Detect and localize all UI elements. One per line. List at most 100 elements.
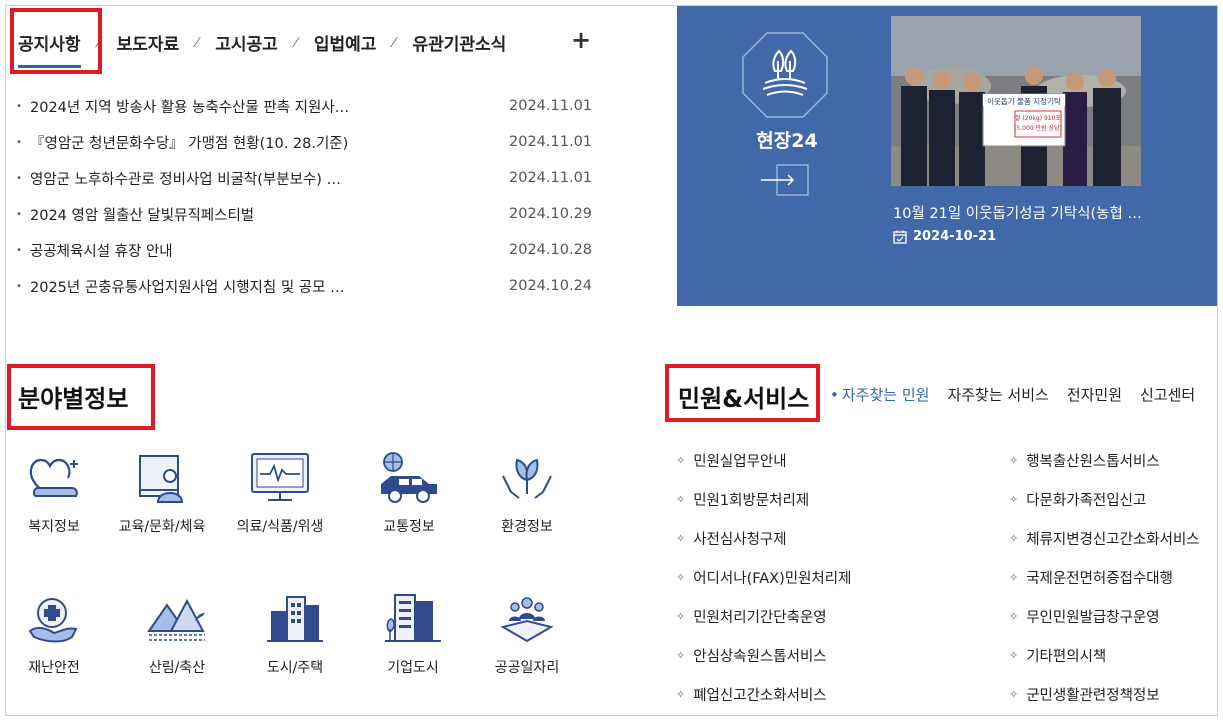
service-item[interactable]: ✧ 민원1회방문처리제 — [676, 480, 851, 519]
tab-frequent-services[interactable]: 자주찾는 서비스 — [947, 384, 1048, 405]
tab-legislation[interactable]: 입법예고 — [314, 30, 377, 55]
welfare-icon — [29, 458, 78, 497]
category-label: 재난안전 — [28, 660, 80, 676]
category-label: 산림/축산 — [148, 660, 206, 676]
services-list-right: ✧ 행복출산원스톱서비스 ✧ 다문화가족전입신고 ✧ 체류지변경신고간소화서비스 ✧ 국… — [1009, 441, 1200, 714]
notice-tabs: 공지사항 / 보도자료 / 고시공고 / 입법예고 / 유관기관소식 — [18, 24, 506, 68]
bullet: • — [16, 244, 22, 256]
city-icon — [267, 596, 323, 642]
service-item[interactable]: ✧ 군민생활관련정책정보 — [1009, 675, 1200, 714]
notice-item[interactable]: • 2024 영암 월출산 달빛뮤직페스티벌 2024.10.29 — [16, 196, 592, 232]
field-photo[interactable]: 이웃돕기 물품 지정기탁 쌀 (20kg) 910포 (5,000 만원 상당) — [891, 16, 1141, 186]
service-label: 무인민원발급창구운영 — [1026, 610, 1160, 626]
notice-title: 2024 영암 월출산 달빛뮤직페스티벌 — [30, 207, 255, 224]
photo-date: 2024-10-21 — [913, 229, 997, 244]
category-label: 교통정보 — [383, 519, 435, 535]
notice-title: 2024년 지역 방송사 활용 농축수산물 판촉 지원사… — [30, 99, 350, 116]
photo-sign-line1: 쌀 (20kg) 910포 — [1015, 114, 1061, 122]
service-item[interactable]: ✧ 무인민원발급창구운영 — [1009, 597, 1200, 636]
category-label: 의료/식품/위생 — [236, 519, 324, 535]
photo-sign-title: 이웃돕기 물품 지정기탁 — [987, 96, 1061, 106]
tab-separator: / — [389, 35, 399, 49]
categories-title: 분야별정보 — [18, 385, 129, 413]
disaster-icon — [28, 598, 78, 643]
notice-title: 2025년 곤충유통사업지원사업 시행지침 및 공모 … — [30, 279, 345, 296]
notice-item[interactable]: • 공공체육시설 휴장 안내 2024.10.28 — [16, 232, 593, 268]
service-label: 군민생활관련정책정보 — [1026, 688, 1160, 704]
service-item[interactable]: ✧ 민원실업무안내 — [676, 441, 851, 480]
service-item[interactable]: ✧ 사전심사청구제 — [676, 519, 851, 558]
service-label: 폐업신고간소화서비스 — [693, 688, 827, 704]
category-forest[interactable]: 산림/축산 — [122, 591, 232, 677]
service-item[interactable]: ✧ 안심상속원스톱서비스 — [676, 636, 851, 675]
tab-press[interactable]: 보도자료 — [117, 30, 180, 55]
notice-item[interactable]: • 『영암군 청년문화수당』 가맹점 현황(10. 28.기준) 2024.11.0… — [16, 124, 593, 160]
service-item[interactable]: ✧ 폐업신고간소화서비스 — [676, 675, 851, 714]
category-jobs[interactable]: 공공일자리 — [472, 591, 582, 677]
service-label: 기타편의시책 — [1026, 649, 1107, 665]
notice-title: 공공체육시설 휴장 안내 — [30, 243, 173, 260]
category-city[interactable]: 도시/주택 — [240, 591, 350, 677]
main-frame: 공지사항 / 보도자료 / 고시공고 / 입법예고 / 유관기관소식 + • 20… — [5, 5, 1218, 716]
category-label: 기업도시 — [387, 660, 439, 676]
notice-date: 2024.10.28 — [509, 242, 593, 258]
bullet: • — [16, 100, 22, 112]
tab-separator: / — [291, 35, 301, 49]
service-item[interactable]: ✧ 기타편의시책 — [1009, 636, 1200, 675]
tab-e-civil[interactable]: 전자민원 — [1067, 384, 1122, 405]
service-label: 다문화가족전입신고 — [1026, 493, 1147, 509]
notice-item[interactable]: • 2025년 곤충유통사업지원사업 시행지침 및 공모 … 2024.10.24 — [16, 268, 592, 304]
category-label: 공공일자리 — [494, 660, 560, 676]
diamond-icon: ✧ — [1009, 610, 1019, 623]
diamond-icon: ✧ — [676, 532, 686, 545]
diamond-icon: ✧ — [676, 454, 686, 467]
service-label: 민원1회방문처리제 — [693, 493, 810, 509]
service-label: 행복출산원스톱서비스 — [1026, 454, 1160, 470]
diamond-icon: ✧ — [676, 649, 686, 662]
diamond-icon: ✧ — [1009, 454, 1019, 467]
service-item[interactable]: ✧ 어디서나(FAX)민원처리제 — [676, 558, 851, 597]
service-label: 민원실업무안내 — [693, 454, 787, 470]
category-disaster[interactable]: 재난안전 — [6, 591, 109, 677]
service-item[interactable]: ✧ 민원처리기간단축운영 — [676, 597, 851, 636]
notice-item[interactable]: • 2024년 지역 방송사 활용 농축수산물 판촉 지원사… 2024.11.01 — [16, 88, 592, 124]
service-label: 안심상속원스톱서비스 — [693, 649, 827, 665]
category-enterprise[interactable]: 기업도시 — [358, 591, 468, 677]
category-medical[interactable]: 의료/식품/위생 — [225, 450, 335, 536]
notice-date: 2024.11.01 — [509, 134, 593, 150]
category-traffic[interactable]: 교통정보 — [354, 450, 464, 536]
notice-title: 영암군 노후하수관로 정비사업 비굴착(부분보수) … — [30, 171, 342, 188]
category-environment[interactable]: 환경정보 — [472, 450, 582, 536]
diamond-icon: ✧ — [676, 571, 686, 584]
service-item[interactable]: ✧ 행복출산원스톱서비스 — [1009, 441, 1200, 480]
service-item[interactable]: ✧ 국제운전면허증접수대행 — [1009, 558, 1200, 597]
category-education[interactable]: 교육/문화/체육 — [107, 450, 217, 536]
photo-caption[interactable]: 10월 21일 이웃돕기성금 기탁식(농협 … — [893, 202, 1203, 223]
tab-report-center[interactable]: 신고센터 — [1140, 384, 1195, 405]
service-label: 사전심사청구제 — [693, 532, 787, 548]
bullet: • — [16, 208, 22, 220]
notice-list: • 2024년 지역 방송사 활용 농축수산물 판촉 지원사… 2024.11.01… — [16, 88, 593, 304]
service-label: 체류지변경신고간소화서비스 — [1026, 532, 1200, 548]
bullet: • — [16, 136, 22, 148]
category-label: 도시/주택 — [266, 660, 324, 676]
tab-agency-news[interactable]: 유관기관소식 — [412, 30, 506, 55]
service-item[interactable]: ✧ 체류지변경신고간소화서비스 — [1009, 519, 1200, 558]
traffic-icon — [381, 452, 437, 503]
tab-frequent-civil[interactable]: 자주찾는 민원 — [830, 384, 930, 405]
category-welfare[interactable]: 복지정보 — [6, 450, 109, 536]
tab-announcement[interactable]: 고시공고 — [215, 30, 278, 55]
calendar-icon — [893, 230, 907, 244]
environment-icon — [502, 458, 552, 499]
service-label: 어디서나(FAX)민원처리제 — [693, 571, 852, 587]
services-tabs: 자주찾는 민원 자주찾는 서비스 전자민원 신고센터 — [830, 384, 1195, 405]
service-item[interactable]: ✧ 다문화가족전입신고 — [1009, 480, 1200, 519]
photo-date-row: 2024-10-21 — [893, 229, 996, 244]
diamond-icon: ✧ — [1009, 688, 1019, 701]
arrow-right-icon[interactable] — [761, 164, 809, 196]
notice-item[interactable]: • 영암군 노후하수관로 정비사업 비굴착(부분보수) … 2024.11.01 — [16, 160, 592, 196]
tab-notice[interactable]: 공지사항 — [18, 30, 81, 68]
more-button[interactable]: + — [571, 26, 591, 54]
field-emblem-icon — [742, 32, 828, 118]
photo-sign-line2: (5,000 만원 상당) — [1014, 124, 1062, 132]
